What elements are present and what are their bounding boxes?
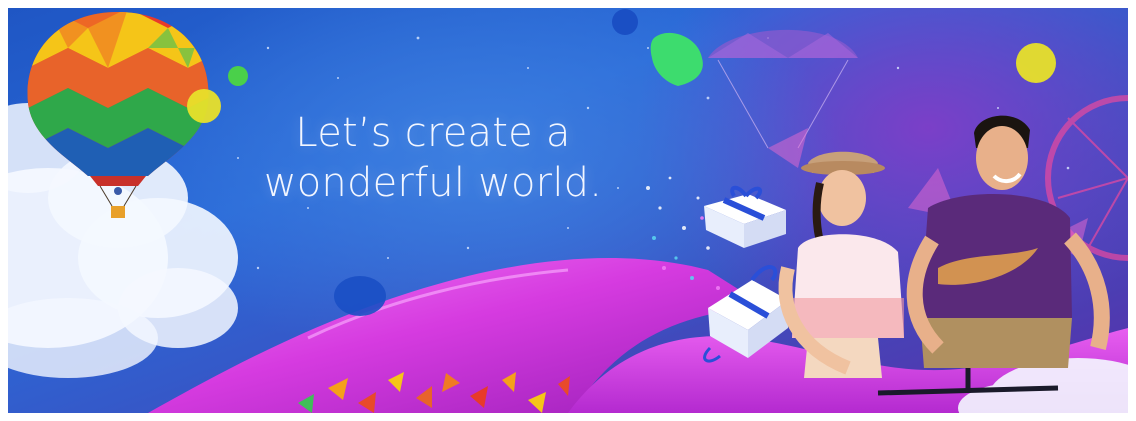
headline-line-2: wonderful world. [263, 160, 603, 206]
headline-line-1: Let’s create a [295, 110, 571, 156]
tandem-bicycle [877, 368, 1059, 396]
young-man [906, 115, 1110, 368]
couple-on-bicycle [778, 115, 1110, 396]
young-woman [778, 151, 904, 378]
headline: Let’s create a wonderful world. [223, 108, 643, 208]
hero-banner: Let’s create a wonderful world. [8, 8, 1128, 413]
